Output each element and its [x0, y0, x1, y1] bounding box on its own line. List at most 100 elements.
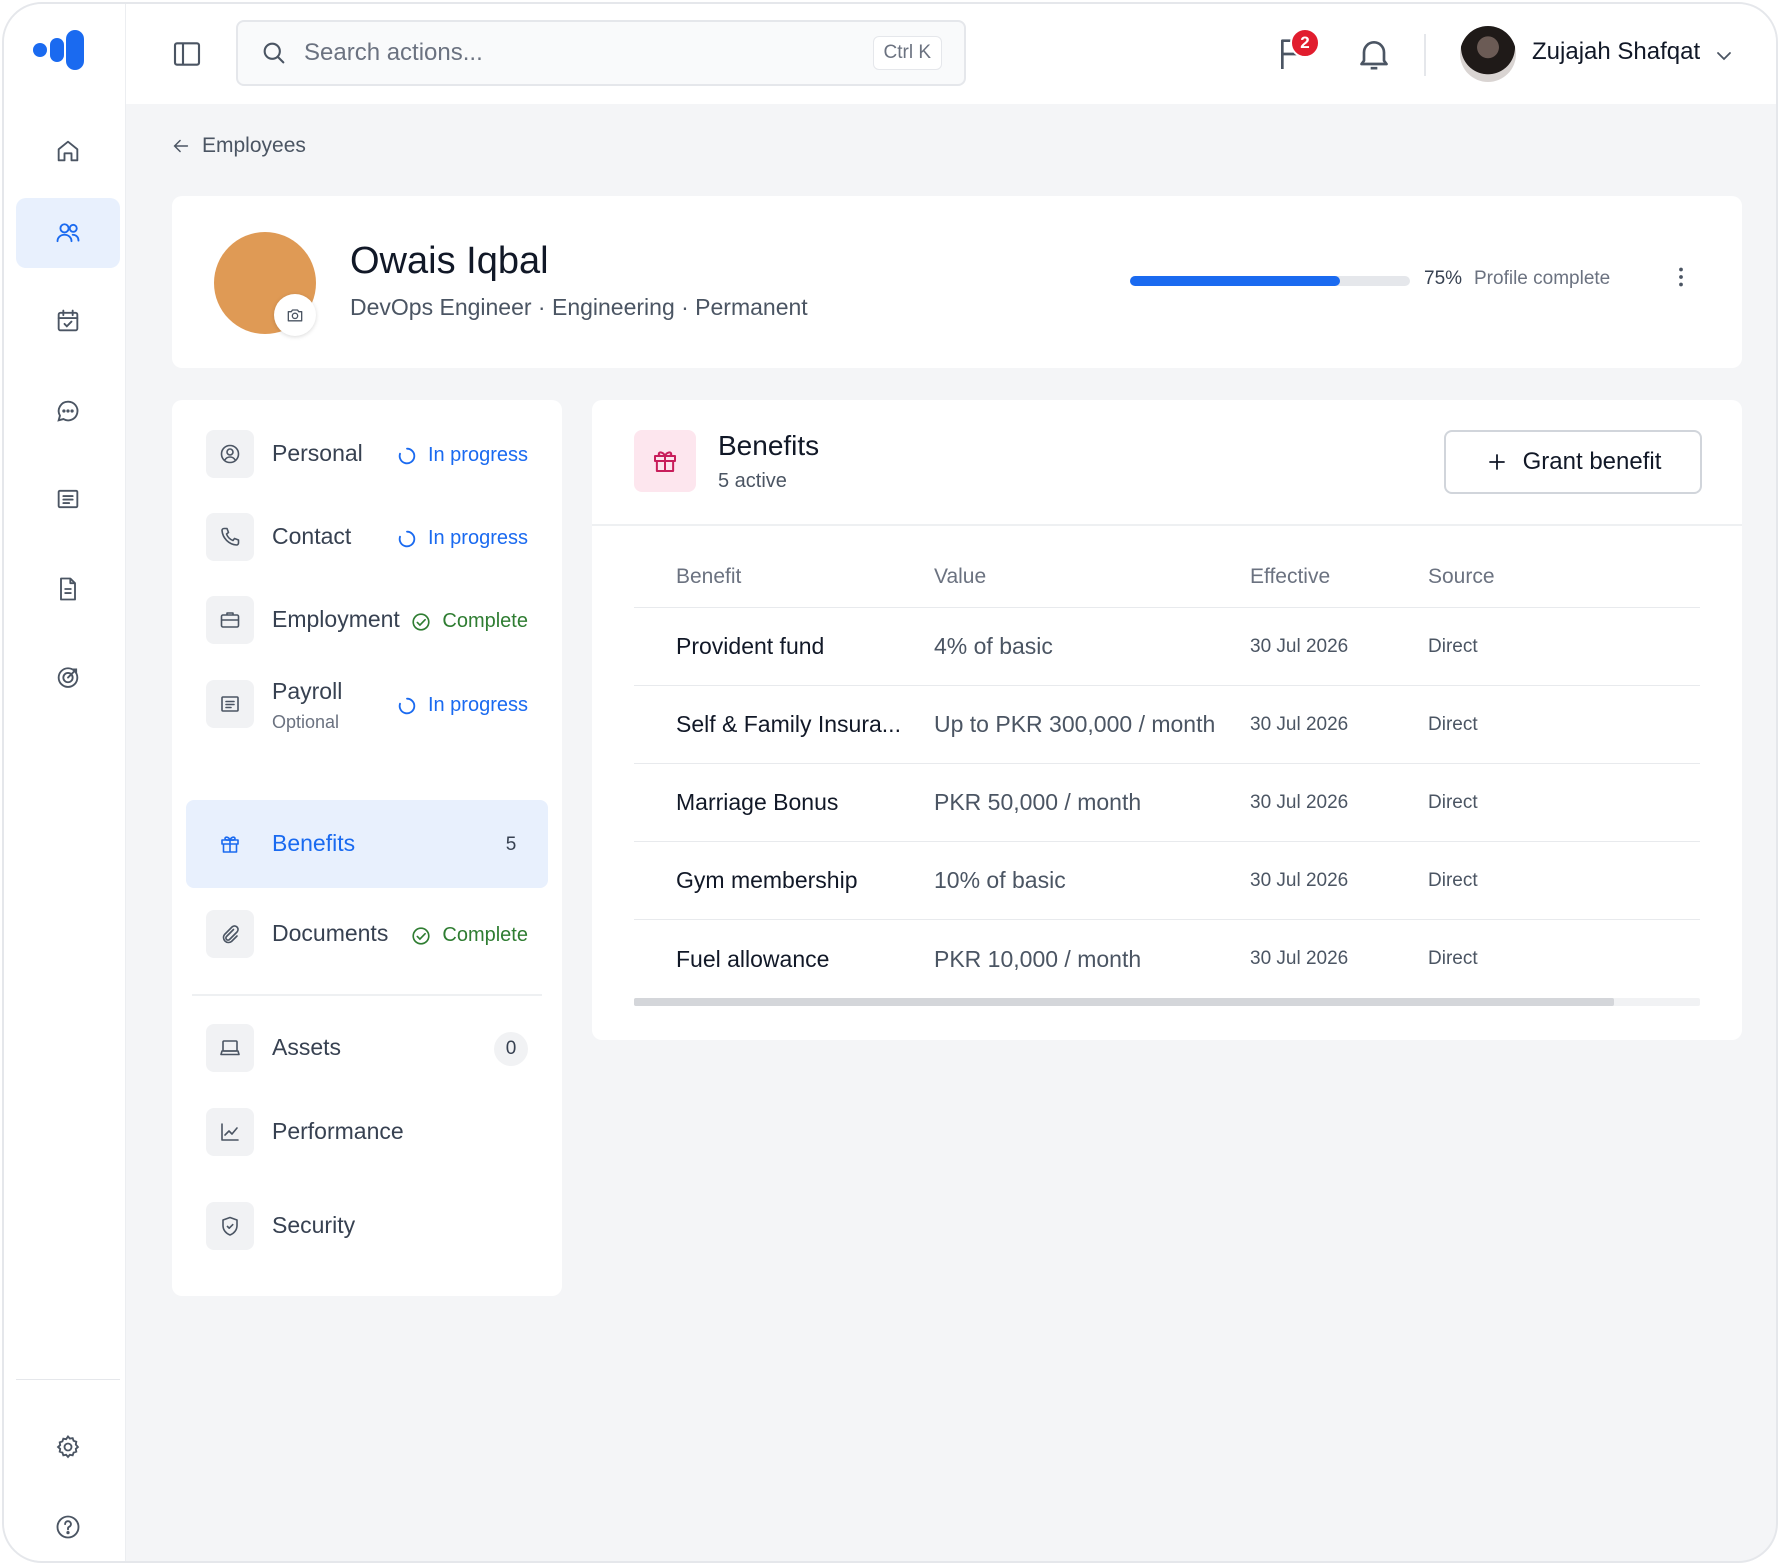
benefits-active-count: 5 active — [718, 470, 787, 492]
home-icon — [57, 140, 79, 162]
user-avatar[interactable] — [1460, 26, 1516, 82]
benefit-value: Up to PKR 300,000 / month — [934, 711, 1216, 737]
breadcrumb-employees-link[interactable]: Employees — [202, 134, 306, 158]
column-header-value[interactable]: Value — [934, 550, 1234, 607]
briefcase-icon — [220, 612, 240, 628]
benefits-title: Benefits — [718, 430, 820, 461]
bell-icon[interactable] — [1354, 34, 1394, 74]
benefit-effective-date: 30 Jul 2026 — [1250, 713, 1349, 735]
rail-documents-button[interactable] — [16, 554, 120, 624]
column-header-benefit[interactable]: Benefit — [676, 550, 926, 607]
search-shortcut-hint: Ctrl K — [872, 36, 942, 70]
benefit-name: Marriage Bonus — [676, 789, 839, 815]
benefit-name: Self & Family Insura... — [676, 711, 901, 737]
gift-icon — [221, 836, 239, 853]
count-badge: 5 — [505, 834, 517, 855]
nav-item-contact[interactable]: Contact In progress — [186, 493, 548, 581]
search-icon — [263, 42, 285, 64]
progress-circle-icon — [398, 697, 416, 714]
phone-icon — [221, 527, 240, 546]
search-input[interactable]: Search actions... — [304, 39, 873, 67]
nav-item-label: Contact — [272, 523, 352, 549]
nav-item-label: Personal — [272, 440, 363, 466]
status-in-progress: In progress — [396, 694, 528, 717]
horizontal-scrollbar[interactable] — [634, 998, 1700, 1006]
nav-item-documents[interactable]: Documents Complete — [186, 890, 548, 978]
rail-goals-button[interactable] — [16, 642, 120, 712]
receipt-icon — [57, 489, 79, 509]
change-photo-button[interactable] — [274, 294, 316, 336]
nav-item-assets[interactable]: Assets 0 — [186, 1004, 548, 1092]
status-text: In progress — [427, 527, 528, 549]
benefit-name: Fuel allowance — [676, 945, 830, 972]
nav-divider — [192, 994, 542, 996]
grant-benefit-button[interactable]: Grant benefit — [1444, 430, 1702, 494]
nav-item-personal[interactable]: Personal In progress — [186, 410, 548, 498]
nav-icon-box — [206, 1024, 254, 1072]
benefit-source: Direct — [1428, 791, 1478, 813]
nav-icon-box — [206, 596, 254, 644]
benefit-value: PKR 50,000 / month — [934, 789, 1142, 815]
status-text: Complete — [442, 924, 528, 946]
employee-subtitle: DevOps Engineer · Engineering · Permanen… — [350, 294, 808, 320]
progress-circle-icon — [398, 447, 416, 464]
rail-receipts-button[interactable] — [16, 464, 120, 534]
nav-item-label: Benefits — [272, 830, 356, 856]
nav-item-performance[interactable]: Performance — [186, 1088, 548, 1176]
nav-item-security[interactable]: Security — [186, 1182, 548, 1270]
gift-icon — [654, 451, 676, 472]
benefits-panel: Benefits 5 active Grant benefit Benefit … — [592, 400, 1742, 1040]
grant-benefit-label: Grant benefit — [1522, 448, 1662, 475]
status-in-progress: In progress — [396, 527, 528, 550]
camera-icon — [287, 309, 303, 322]
rail-home-button[interactable] — [16, 116, 120, 186]
paperclip-icon — [222, 925, 239, 944]
rail-calendar-button[interactable] — [16, 286, 120, 356]
nav-item-employment[interactable]: Employment Complete — [186, 576, 548, 664]
nav-item-label: Performance — [272, 1118, 404, 1144]
table-row[interactable]: Marriage Bonus PKR 50,000 / month 30 Jul… — [634, 764, 1700, 842]
rail-people-button[interactable] — [16, 198, 120, 268]
calendar-check-icon — [57, 309, 79, 332]
benefit-value: 4% of basic — [934, 633, 1053, 659]
rail-divider — [16, 1379, 120, 1380]
chevron-down-icon[interactable] — [1712, 44, 1736, 68]
table-header-row: Benefit Value Effective Source — [634, 550, 1700, 608]
table-row[interactable]: Gym membership 10% of basic 30 Jul 2026 … — [634, 842, 1700, 920]
more-options-icon[interactable] — [1666, 262, 1696, 292]
table-row[interactable]: Self & Family Insura... Up to PKR 300,00… — [634, 686, 1700, 764]
app-logo-icon[interactable] — [32, 26, 88, 74]
nav-item-payroll[interactable]: Payroll Optional In progress — [186, 660, 548, 748]
nav-item-label: Documents — [272, 920, 389, 946]
benefit-effective-date: 30 Jul 2026 — [1250, 791, 1349, 813]
column-header-effective[interactable]: Effective — [1250, 550, 1410, 607]
breadcrumb[interactable]: Employees — [170, 134, 306, 158]
column-header-source[interactable]: Source — [1428, 550, 1628, 607]
benefits-header-divider — [592, 524, 1742, 526]
profile-progress-fill — [1130, 276, 1340, 286]
sidebar-toggle-icon[interactable] — [171, 38, 203, 70]
topbar-divider — [1424, 34, 1426, 76]
benefits-table: Benefit Value Effective Source Provident… — [634, 550, 1700, 998]
progress-circle-icon — [398, 530, 416, 547]
nav-icon-box — [206, 680, 254, 728]
search-bar[interactable]: Search actions... Ctrl K — [236, 20, 966, 86]
rail-help-button[interactable] — [16, 1492, 120, 1561]
nav-item-label: Payroll — [272, 678, 343, 704]
benefit-name: Provident fund — [676, 633, 825, 659]
rail-chat-button[interactable] — [16, 376, 120, 446]
user-name[interactable]: Zujajah Shafqat — [1532, 38, 1700, 66]
trend-chart-icon — [221, 1123, 239, 1141]
nav-item-benefits[interactable]: Benefits 5 — [186, 800, 548, 888]
rail-settings-button[interactable] — [16, 1412, 120, 1482]
nav-icon-box — [206, 430, 254, 478]
nav-icon-box — [206, 513, 254, 561]
table-row[interactable]: Provident fund 4% of basic 30 Jul 2026 D… — [634, 608, 1700, 686]
plus-icon — [1488, 454, 1505, 470]
employee-name: Owais Iqbal — [350, 240, 549, 282]
scrollbar-thumb[interactable] — [634, 998, 1614, 1006]
payslip-icon — [221, 696, 239, 712]
table-row[interactable]: Fuel allowance PKR 10,000 / month 30 Jul… — [634, 920, 1700, 998]
benefit-value: 10% of basic — [934, 867, 1066, 893]
benefits-header-icon-box — [634, 430, 696, 492]
